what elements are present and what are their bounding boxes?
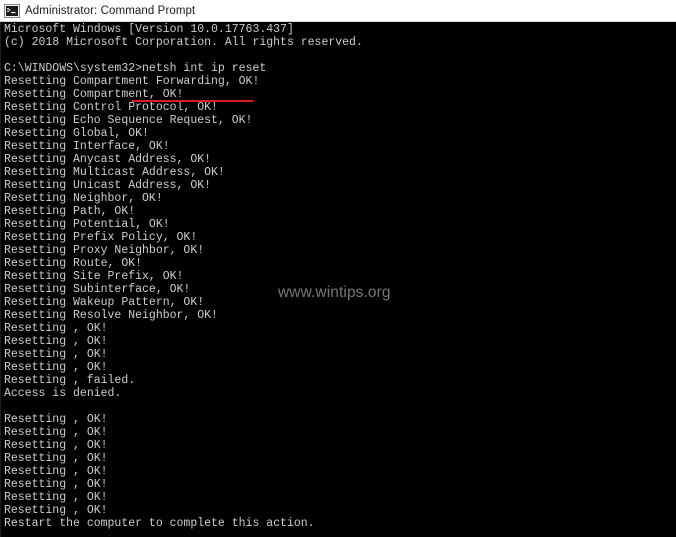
console-line: Resetting Echo Sequence Request, OK! bbox=[4, 114, 253, 127]
console-line: Resetting , OK! bbox=[4, 413, 108, 426]
console-line: Resetting Site Prefix, OK! bbox=[4, 270, 184, 283]
console-line: Resetting Proxy Neighbor, OK! bbox=[4, 244, 205, 257]
console-line: Resetting Interface, OK! bbox=[4, 140, 170, 153]
console-line: Microsoft Windows [Version 10.0.17763.43… bbox=[4, 23, 294, 36]
console-line: C:\WINDOWS\system32>netsh int ip reset bbox=[4, 62, 267, 75]
console-line: Resetting Global, OK! bbox=[4, 127, 149, 140]
window-title: Administrator: Command Prompt bbox=[25, 4, 196, 17]
console-line: Resetting Subinterface, OK! bbox=[4, 283, 191, 296]
console-line: Restart the computer to complete this ac… bbox=[4, 517, 315, 530]
command-prompt-window: Administrator: Command Prompt Microsoft … bbox=[0, 0, 676, 537]
console-line: Resetting , OK! bbox=[4, 504, 108, 517]
console-line: Resetting Multicast Address, OK! bbox=[4, 166, 225, 179]
red-underline-annotation bbox=[132, 100, 253, 102]
console-line: Resetting , OK! bbox=[4, 491, 108, 504]
console-line: Resetting Route, OK! bbox=[4, 257, 143, 270]
window-titlebar[interactable]: Administrator: Command Prompt bbox=[0, 0, 676, 22]
console-line: Resetting Anycast Address, OK! bbox=[4, 153, 212, 166]
console-line: Resetting Path, OK! bbox=[4, 205, 136, 218]
console-line-list: Microsoft Windows [Version 10.0.17763.43… bbox=[4, 23, 674, 530]
console-output-area[interactable]: Microsoft Windows [Version 10.0.17763.43… bbox=[0, 22, 676, 537]
console-line: Resetting , OK! bbox=[4, 348, 108, 361]
console-line: Resetting , OK! bbox=[4, 478, 108, 491]
console-line: Resetting Compartment, OK! bbox=[4, 88, 184, 101]
console-line: Resetting , OK! bbox=[4, 465, 108, 478]
console-line: Resetting , failed. bbox=[4, 374, 136, 387]
console-line: Resetting Compartment Forwarding, OK! bbox=[4, 75, 260, 88]
command-prompt-icon bbox=[4, 3, 20, 18]
console-line: Resetting Wakeup Pattern, OK! bbox=[4, 296, 205, 309]
console-line: Resetting Potential, OK! bbox=[4, 218, 170, 231]
console-line: Access is denied. bbox=[4, 387, 122, 400]
console-line: Resetting Unicast Address, OK! bbox=[4, 179, 212, 192]
console-line: (c) 2018 Microsoft Corporation. All righ… bbox=[4, 36, 363, 49]
console-line: Resetting Neighbor, OK! bbox=[4, 192, 163, 205]
console-line: Resetting Control Protocol, OK! bbox=[4, 101, 218, 114]
console-line: Resetting , OK! bbox=[4, 322, 108, 335]
console-line: Resetting , OK! bbox=[4, 335, 108, 348]
console-line: Resetting Prefix Policy, OK! bbox=[4, 231, 198, 244]
console-line: Resetting Resolve Neighbor, OK! bbox=[4, 309, 218, 322]
console-line: Resetting , OK! bbox=[4, 439, 108, 452]
console-line: Resetting , OK! bbox=[4, 361, 108, 374]
console-line: Resetting , OK! bbox=[4, 426, 108, 439]
console-line: Resetting , OK! bbox=[4, 452, 108, 465]
